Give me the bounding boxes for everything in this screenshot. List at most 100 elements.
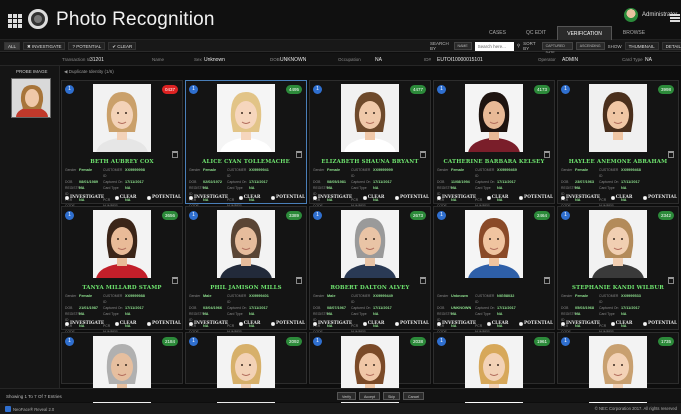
trash-icon[interactable] <box>668 277 674 284</box>
verify-button[interactable]: Verify <box>337 392 356 400</box>
candidate-card[interactable]: 1 3998 HAYLEE ANEMONE ABRAHAM Gender Female C… <box>557 80 679 208</box>
duplicate-identity-label[interactable]: ◀ Duplicate Identity (1/6) <box>64 69 114 75</box>
candidate-photo[interactable] <box>217 84 275 152</box>
clear-radio[interactable]: CLEAR <box>610 195 632 200</box>
investigate-radio[interactable]: INVESTIGATE <box>437 195 476 200</box>
clear-radio[interactable]: CLEAR <box>238 321 260 326</box>
clear-radio[interactable]: CLEAR <box>114 321 136 326</box>
clear-radio[interactable]: CLEAR <box>238 195 260 200</box>
tab-verification[interactable]: VERIFICATION <box>557 26 612 40</box>
candidate-photo[interactable] <box>93 210 151 278</box>
candidate-photo[interactable] <box>341 210 399 278</box>
potential-radio[interactable]: POTENTIAL <box>271 321 305 326</box>
details-view-button[interactable]: DETAILS <box>661 42 681 50</box>
filter-investigate-button[interactable]: ✖ INVESTIGATE <box>23 42 66 50</box>
search-icon[interactable]: ⚲ <box>517 43 520 49</box>
investigate-radio[interactable]: INVESTIGATE <box>313 321 352 326</box>
sort-by-select[interactable]: CAPTURED DATE <box>541 42 573 55</box>
search-input[interactable]: Search here... <box>474 41 514 51</box>
candidate-card[interactable]: 1 1961 <box>433 332 555 404</box>
trash-icon[interactable] <box>668 151 674 158</box>
clear-radio[interactable]: CLEAR <box>486 195 508 200</box>
candidate-photo[interactable] <box>589 210 647 278</box>
investigate-radio[interactable]: INVESTIGATE <box>313 195 352 200</box>
investigate-radio[interactable]: INVESTIGATE <box>189 321 228 326</box>
neoface-icon <box>5 406 11 412</box>
trash-icon[interactable] <box>296 151 302 158</box>
candidate-name: STEPHANIE KANDI WILBUR <box>572 285 664 291</box>
candidate-photo[interactable] <box>93 84 151 152</box>
trash-icon[interactable] <box>420 151 426 158</box>
probe-image[interactable] <box>11 78 51 118</box>
potential-radio[interactable]: POTENTIAL <box>147 321 181 326</box>
clear-radio[interactable]: CLEAR <box>114 195 136 200</box>
tab-browse[interactable]: BROWSE <box>614 26 654 40</box>
potential-radio[interactable]: POTENTIAL <box>271 195 305 200</box>
potential-radio[interactable]: POTENTIAL <box>395 321 429 326</box>
trash-icon[interactable] <box>172 277 178 284</box>
candidate-photo[interactable] <box>589 84 647 152</box>
trash-icon[interactable] <box>544 151 550 158</box>
potential-radio[interactable]: POTENTIAL <box>643 195 677 200</box>
top-bar: Photo Recognition CASES QC EDIT VERIFICA… <box>0 0 681 40</box>
candidate-card[interactable]: 1 3656 TANYA MILLARD STAMP Gender Female CUST… <box>61 206 183 334</box>
candidate-card[interactable]: 1 3389 PHIL JAMISON MILLS Gender Male CUSTOME… <box>185 206 307 334</box>
candidate-card[interactable]: 1 2342 STEPHANIE KANDI WILBUR Gender Female C… <box>557 206 679 334</box>
potential-radio[interactable]: POTENTIAL <box>519 321 553 326</box>
clear-radio[interactable]: CLEAR <box>486 321 508 326</box>
sort-order-select[interactable]: ASCENDING <box>575 42 605 50</box>
candidate-card[interactable]: 1 2464 Gender Unknown CUSTOMER ID NIG58032 DOB… <box>433 206 555 334</box>
trash-icon[interactable] <box>544 277 550 284</box>
investigate-radio[interactable]: INVESTIGATE <box>65 195 104 200</box>
potential-radio[interactable]: POTENTIAL <box>643 321 677 326</box>
candidate-card[interactable]: 1 2184 <box>61 332 183 404</box>
clear-radio[interactable]: CLEAR <box>362 195 384 200</box>
candidate-card[interactable]: 1 2673 ROBERT DALTON ALVEY Gender Male CUSTOM… <box>309 206 431 334</box>
candidate-photo[interactable] <box>465 210 523 278</box>
candidate-card[interactable]: 1 1735 <box>557 332 679 404</box>
filter-all-button[interactable]: ALL <box>4 42 21 50</box>
radio-icon <box>65 195 69 200</box>
candidate-photo[interactable] <box>341 84 399 152</box>
gender-label: Gender <box>189 294 201 298</box>
investigate-radio[interactable]: INVESTIGATE <box>189 195 228 200</box>
customer-id-label: CUSTOMER ID <box>475 294 495 304</box>
investigate-radio[interactable]: INVESTIGATE <box>561 321 600 326</box>
investigate-radio[interactable]: INVESTIGATE <box>561 195 600 200</box>
trash-icon[interactable] <box>296 277 302 284</box>
skip-button[interactable]: Skip <box>383 392 400 400</box>
potential-radio[interactable]: POTENTIAL <box>519 195 553 200</box>
investigate-radio[interactable]: INVESTIGATE <box>437 321 476 326</box>
trash-icon[interactable] <box>172 151 178 158</box>
app-grid-icon[interactable] <box>8 14 22 28</box>
customer-id-value: XX9999449 <box>373 294 393 298</box>
radio-icon <box>643 321 648 326</box>
candidate-card[interactable]: 1 4495 ALICE CYAN TOLLEMACHE Gender Female CU… <box>185 80 307 208</box>
candidate-card[interactable]: 1 0437 BETH AUBREY COX Gender Female CUSTOMER… <box>61 80 183 208</box>
investigate-radio[interactable]: INVESTIGATE <box>65 321 104 326</box>
potential-radio[interactable]: POTENTIAL <box>395 195 429 200</box>
candidate-card[interactable]: 1 4477 ELIZABETH SHAUNA BRYANT Gender Female… <box>309 80 431 208</box>
search-by-select[interactable]: NAME <box>453 42 472 50</box>
accept-button[interactable]: Accept <box>359 392 380 400</box>
radio-icon <box>189 195 193 200</box>
cancel-button[interactable]: Cancel <box>403 392 425 400</box>
thumbnail-view-button[interactable]: THUMBNAIL <box>624 42 659 50</box>
tab-qc-edit[interactable]: QC EDIT <box>517 26 555 40</box>
candidate-photo[interactable] <box>217 210 275 278</box>
candidate-card[interactable]: 1 2038 <box>309 332 431 404</box>
gender-value: Male <box>327 294 336 298</box>
clear-radio[interactable]: CLEAR <box>610 321 632 326</box>
tab-cases[interactable]: CASES <box>480 26 515 40</box>
potential-label: POTENTIAL <box>276 195 305 200</box>
clear-radio[interactable]: CLEAR <box>362 321 384 326</box>
filter-clear-button[interactable]: ✔ CLEAR <box>108 42 137 50</box>
hamburger-menu-icon[interactable] <box>670 14 680 22</box>
filter-potential-button[interactable]: ? POTENTIAL <box>68 42 106 50</box>
candidate-card[interactable]: 1 4173 CATHERINE BARBARA KELSEY Gender Femal… <box>433 80 555 208</box>
radio-icon <box>313 195 317 200</box>
trash-icon[interactable] <box>420 277 426 284</box>
candidate-card[interactable]: 1 2092 <box>185 332 307 404</box>
potential-radio[interactable]: POTENTIAL <box>147 195 181 200</box>
candidate-photo[interactable] <box>465 84 523 152</box>
